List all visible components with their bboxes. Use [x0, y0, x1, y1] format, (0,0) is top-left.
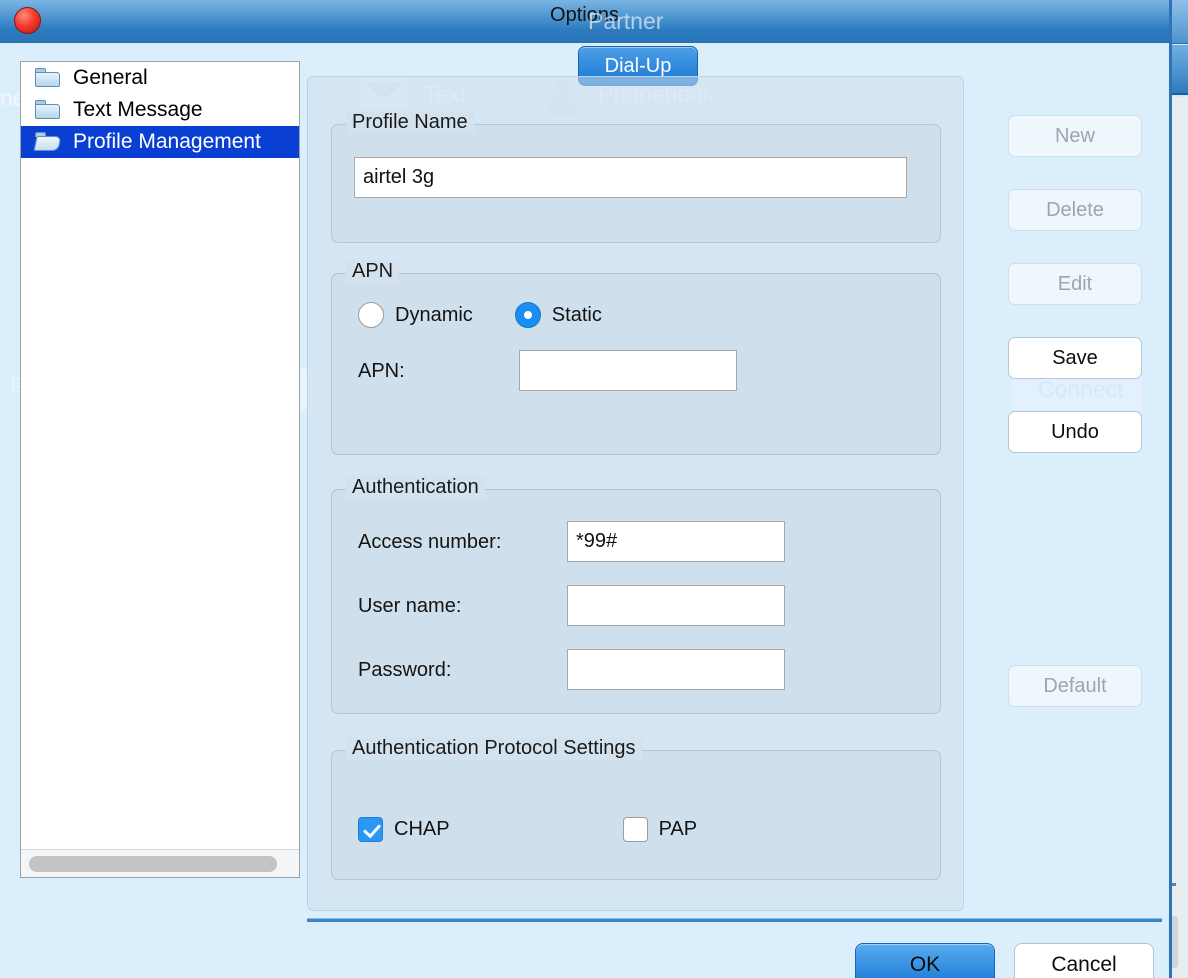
authentication-protocol-group: Authentication Protocol Settings CHAP PA… [331, 750, 941, 880]
folder-open-icon [35, 132, 61, 152]
new-button[interactable]: New [1008, 115, 1142, 157]
radio-apn-dynamic-label: Dynamic [395, 304, 473, 327]
settings-tree[interactable]: General Text Message Profile Management [20, 61, 300, 878]
checkbox-chap[interactable]: CHAP [358, 817, 450, 842]
cancel-button-label: Cancel [1051, 953, 1116, 977]
password-label: Password: [358, 659, 451, 682]
edit-button-label: Edit [1058, 273, 1092, 296]
apn-input[interactable] [519, 350, 737, 391]
checkbox-unchecked-icon [623, 817, 648, 842]
profile-name-legend: Profile Name [346, 111, 474, 134]
apn-mode-radio-group: Dynamic Static [358, 302, 644, 328]
tree-item-label: Profile Management [73, 130, 261, 154]
apn-field-label: APN: [358, 360, 405, 383]
tree-item-profile-management[interactable]: Profile Management [21, 126, 299, 158]
profile-name-group: Profile Name [331, 124, 941, 243]
protocol-checkbox-row: CHAP PAP [358, 817, 697, 842]
delete-button[interactable]: Delete [1008, 189, 1142, 231]
tree-item-general[interactable]: General [21, 62, 299, 94]
authentication-protocol-legend: Authentication Protocol Settings [346, 737, 642, 760]
checkbox-checked-icon [358, 817, 383, 842]
delete-button-label: Delete [1046, 199, 1104, 222]
apn-legend: APN [346, 260, 399, 283]
authentication-legend: Authentication [346, 476, 485, 499]
checkbox-pap-label: PAP [659, 818, 698, 841]
authentication-group: Authentication Access number: User name:… [331, 489, 941, 714]
tab-dial-up-label: Dial-Up [605, 55, 672, 78]
access-number-input[interactable] [567, 521, 785, 562]
radio-dot-selected-icon [515, 302, 541, 328]
save-button-label: Save [1052, 347, 1098, 370]
folder-closed-icon [35, 68, 61, 88]
ok-button[interactable]: OK [855, 943, 995, 978]
checkbox-chap-label: CHAP [394, 818, 450, 841]
cancel-button[interactable]: Cancel [1014, 943, 1154, 978]
radio-apn-dynamic[interactable]: Dynamic [358, 302, 473, 328]
username-input[interactable] [567, 585, 785, 626]
profile-name-input[interactable] [354, 157, 907, 198]
dialog-titlebar: Options [0, 0, 1169, 43]
dialog-title: Options [0, 4, 1169, 27]
dial-up-settings-panel: Profile Name APN Dynamic Static APN: [307, 76, 964, 911]
radio-apn-static[interactable]: Static [515, 302, 602, 328]
dialog-body: General Text Message Profile Management … [0, 43, 1172, 978]
tree-item-text-message[interactable]: Text Message [21, 94, 299, 126]
radio-dot-icon [358, 302, 384, 328]
default-button[interactable]: Default [1008, 665, 1142, 707]
tree-horizontal-scrollbar[interactable] [21, 849, 299, 877]
tree-scrollbar-thumb[interactable] [29, 856, 277, 872]
tree-item-label: General [73, 66, 148, 90]
ok-button-label: OK [910, 953, 940, 977]
save-button[interactable]: Save [1008, 337, 1142, 379]
password-input[interactable] [567, 649, 785, 690]
tree-item-label: Text Message [73, 98, 203, 122]
access-number-label: Access number: [358, 531, 501, 554]
options-dialog: Options Partner nection Statistics Text … [0, 0, 1172, 978]
new-button-label: New [1055, 125, 1095, 148]
apn-group: APN Dynamic Static APN: [331, 273, 941, 455]
default-button-label: Default [1043, 675, 1106, 698]
username-label: User name: [358, 595, 461, 618]
footer-separator [307, 918, 1162, 922]
edit-button[interactable]: Edit [1008, 263, 1142, 305]
undo-button-label: Undo [1051, 421, 1099, 444]
undo-button[interactable]: Undo [1008, 411, 1142, 453]
checkbox-pap[interactable]: PAP [623, 817, 698, 842]
radio-apn-static-label: Static [552, 304, 602, 327]
folder-closed-icon [35, 100, 61, 120]
